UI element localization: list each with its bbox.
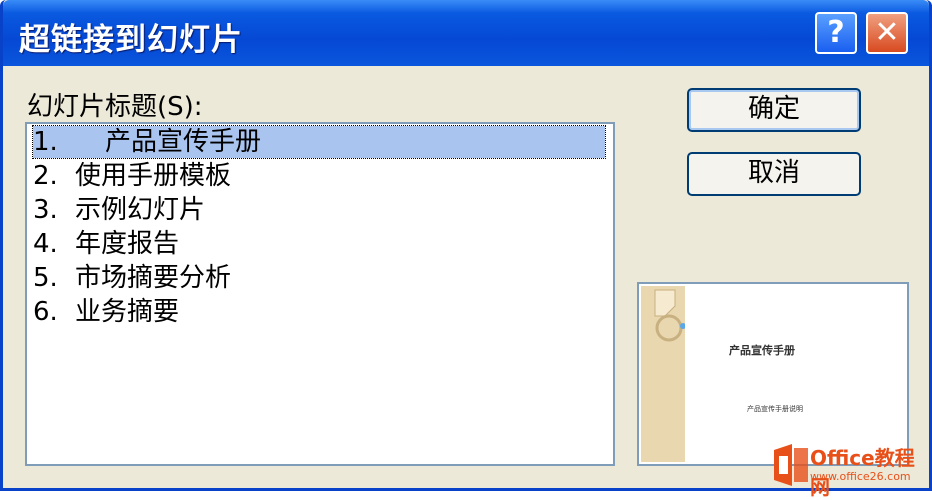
list-item-title: 示例幻灯片 [75, 195, 206, 225]
list-item-title: 产品宣传手册 [105, 127, 262, 157]
list-item[interactable]: 2. 使用手册模板 [33, 160, 231, 192]
slide-title-list[interactable]: 1. 产品宣传手册 2. 使用手册模板 3. 示例幻灯片 4. 年度报告 5. 市场摘要分… [25, 122, 615, 466]
list-item[interactable]: 4. 年度报告 [33, 228, 179, 260]
list-item-number: 3. [33, 195, 58, 225]
list-item-title: 业务摘要 [75, 297, 180, 327]
preview-slide-subtitle: 产品宣传手册说明 [747, 405, 803, 413]
list-item-number: 6. [33, 297, 58, 327]
help-button[interactable]: ? [815, 12, 857, 54]
list-item[interactable]: 3. 示例幻灯片 [33, 194, 205, 226]
list-item[interactable]: 5. 市场摘要分析 [33, 262, 231, 294]
ok-button[interactable]: 确定 [687, 88, 861, 132]
watermark: Office教程网 www.office26.com [770, 440, 930, 499]
slides-label: 幻灯片标题(S): [27, 92, 203, 122]
hyperlink-to-slide-dialog: 超链接到幻灯片 ? ✕ 幻灯片标题(S): 1. 产品宣传手册 2. 使用手册模板 … [0, 0, 932, 491]
close-button[interactable]: ✕ [866, 12, 908, 54]
list-item-number: 1. [33, 127, 58, 157]
list-item[interactable]: 6. 业务摘要 [33, 296, 179, 328]
slide-preview: 产品宣传手册 产品宣传手册说明 [637, 282, 909, 466]
list-item-title: 市场摘要分析 [75, 263, 232, 293]
slide-decoration-strip [641, 286, 686, 462]
list-item-number: 5. [33, 263, 58, 293]
list-item-title: 使用手册模板 [75, 161, 232, 191]
list-item-number: 2. [33, 161, 58, 191]
preview-slide-title: 产品宣传手册 [729, 344, 795, 357]
cancel-button[interactable]: 取消 [687, 152, 861, 196]
watermark-url: www.office26.com [810, 470, 911, 483]
list-item[interactable]: 1. 产品宣传手册 [32, 125, 606, 159]
list-item-number: 4. [33, 229, 58, 259]
title-bar[interactable]: 超链接到幻灯片 ? ✕ [3, 0, 929, 66]
dialog-title: 超链接到幻灯片 [19, 22, 243, 58]
slide-ornament-icon [654, 289, 686, 342]
list-item-title: 年度报告 [75, 229, 180, 259]
